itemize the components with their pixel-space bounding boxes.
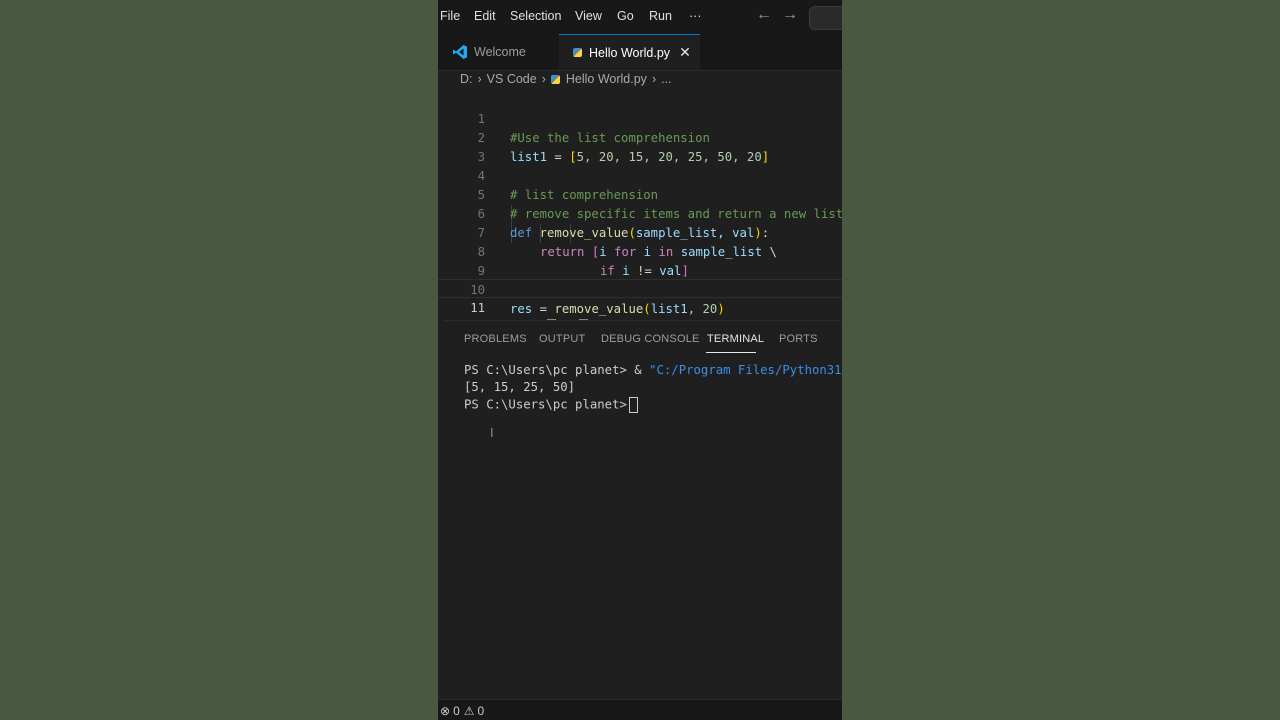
tab-welcome-label: Welcome [474, 45, 526, 59]
vscode-icon [453, 45, 467, 59]
text-cursor-icon: I [490, 425, 494, 440]
code-line-active: 11 print(res) [438, 279, 842, 335]
code-text: res = remove_value(list1, 20) [510, 302, 725, 316]
menu-selection[interactable]: Selection [510, 9, 561, 23]
left-background [0, 0, 438, 720]
menu-run[interactable]: Run [649, 9, 672, 23]
python-icon [550, 74, 560, 84]
tab-debug-console[interactable]: DEBUG CONSOLE [601, 333, 700, 345]
menu-file[interactable]: File [440, 9, 460, 23]
forward-arrow-icon[interactable]: → [782, 6, 798, 24]
code-line: 2 list1 = [5, 20, 15, 20, 25, 50, 20] [438, 110, 842, 164]
code-line: 3 [438, 129, 842, 164]
code-line: 9 [438, 243, 842, 278]
active-tab-indicator [706, 352, 756, 353]
tab-welcome[interactable]: Welcome [438, 34, 559, 70]
close-icon[interactable]: ✕ [679, 44, 691, 61]
error-count[interactable]: 0 [453, 704, 460, 718]
back-arrow-icon[interactable]: ← [756, 6, 772, 24]
breadcrumb-drive[interactable]: D: [460, 72, 473, 86]
breadcrumb: D: › VS Code › Hello World.py › ... [460, 72, 672, 86]
tab-hello-world-label: Hello World.py [589, 45, 671, 60]
terminal-line[interactable]: PS C:\Users\pc planet> [464, 397, 638, 413]
terminal-line: PS C:\Users\pc planet> & "C:/Program Fil… [464, 363, 842, 377]
tab-terminal[interactable]: TERMINAL [707, 333, 764, 345]
warning-count[interactable]: 0 [478, 704, 485, 718]
breadcrumb-file[interactable]: Hello World.py [566, 72, 647, 86]
tab-output[interactable]: OUTPUT [539, 333, 585, 345]
chevron-right-icon: › [477, 72, 482, 86]
editor-tab-bar: Welcome Hello World.py ✕ [438, 34, 842, 71]
code-line: 4 # list comprehension [438, 148, 842, 202]
menu-edit[interactable]: Edit [474, 9, 496, 23]
menu-view[interactable]: View [575, 9, 602, 23]
terminal-cursor [628, 397, 638, 413]
title-bar: File Edit Selection View Go Run ··· ← → [438, 0, 842, 34]
python-icon [573, 48, 582, 57]
status-bar: ⊗ 0 ⚠ 0 [438, 699, 842, 720]
code-line: 1 #Use the list comprehension [438, 91, 842, 145]
command-center-search[interactable] [809, 6, 842, 30]
warning-icon: ⚠ [463, 703, 475, 718]
tab-hello-world[interactable]: Hello World.py ✕ [559, 34, 700, 70]
chevron-right-icon: › [541, 72, 546, 86]
code-editor[interactable]: 1 #Use the list comprehension 2 list1 = … [438, 90, 842, 335]
tab-problems[interactable]: PROBLEMS [464, 333, 527, 345]
chevron-right-icon: › [651, 72, 657, 86]
code-line: 5 # remove specific items and return a n… [438, 167, 842, 221]
terminal-output: [5, 15, 25, 50] [464, 380, 576, 394]
breadcrumb-folder[interactable]: VS Code [487, 72, 537, 86]
breadcrumb-symbol[interactable]: ... [661, 72, 671, 86]
code-line: 7 return [i for i in sample_list \ [438, 205, 842, 259]
line-number: 11 [470, 301, 485, 315]
menu-go[interactable]: Go [617, 9, 634, 23]
vscode-window: File Edit Selection View Go Run ··· ← → … [438, 0, 842, 720]
error-icon: ⊗ [440, 703, 451, 718]
code-line: 6 def remove_value(sample_list, val): [438, 186, 842, 240]
tab-ports[interactable]: PORTS [779, 333, 818, 345]
code-line: 8 if i != val] [438, 224, 842, 278]
menu-more[interactable]: ··· [689, 9, 702, 23]
bottom-panel: PROBLEMS OUTPUT DEBUG CONSOLE TERMINAL P… [444, 320, 842, 701]
right-background [842, 0, 1280, 720]
